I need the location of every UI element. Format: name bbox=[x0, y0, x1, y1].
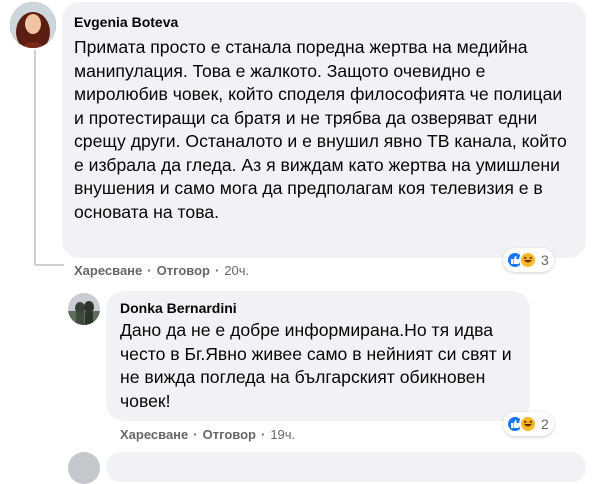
like-button[interactable]: Харесване bbox=[74, 263, 142, 278]
separator: · bbox=[193, 427, 198, 442]
avatar[interactable] bbox=[68, 452, 100, 484]
avatar-photo bbox=[10, 2, 56, 48]
reply-button[interactable]: Отговор bbox=[203, 427, 256, 442]
timestamp[interactable]: 19ч. bbox=[270, 427, 295, 442]
like-button[interactable]: Харесване bbox=[120, 427, 188, 442]
next-bubble bbox=[106, 452, 586, 482]
separator: · bbox=[260, 427, 266, 442]
reply-button[interactable]: Отговор bbox=[157, 263, 210, 278]
comment-author[interactable]: Donka Bernardini bbox=[120, 299, 237, 317]
reaction-count: 3 bbox=[541, 252, 549, 268]
avatar[interactable] bbox=[10, 2, 56, 48]
haha-icon bbox=[519, 251, 537, 269]
thread-line-branch bbox=[34, 264, 64, 266]
haha-icon bbox=[519, 415, 537, 433]
reaction-count: 2 bbox=[541, 416, 549, 432]
reaction-summary[interactable]: 3 bbox=[503, 248, 554, 272]
avatar[interactable] bbox=[68, 293, 100, 325]
comment-bubble: Evgenia Boteva Примата просто е станала … bbox=[62, 2, 586, 258]
reply-bubble: Donka Bernardini Дано да не е добре инфо… bbox=[106, 291, 530, 421]
comment-actions: Харесване · Отговор · 19ч. bbox=[120, 427, 295, 442]
comment-text: Дано да не е добре информирана.Но тя идв… bbox=[120, 320, 512, 411]
comment-text: Примата просто е станала поредна жертва … bbox=[74, 37, 567, 222]
comment-actions: Харесване · Отговор · 20ч. bbox=[74, 263, 249, 278]
avatar-photo bbox=[68, 293, 100, 325]
comment-author[interactable]: Evgenia Boteva bbox=[74, 13, 178, 31]
thread-line bbox=[34, 50, 36, 265]
reaction-summary[interactable]: 2 bbox=[503, 412, 554, 436]
timestamp[interactable]: 20ч. bbox=[224, 263, 249, 278]
separator: · bbox=[147, 263, 152, 278]
separator: · bbox=[214, 263, 220, 278]
